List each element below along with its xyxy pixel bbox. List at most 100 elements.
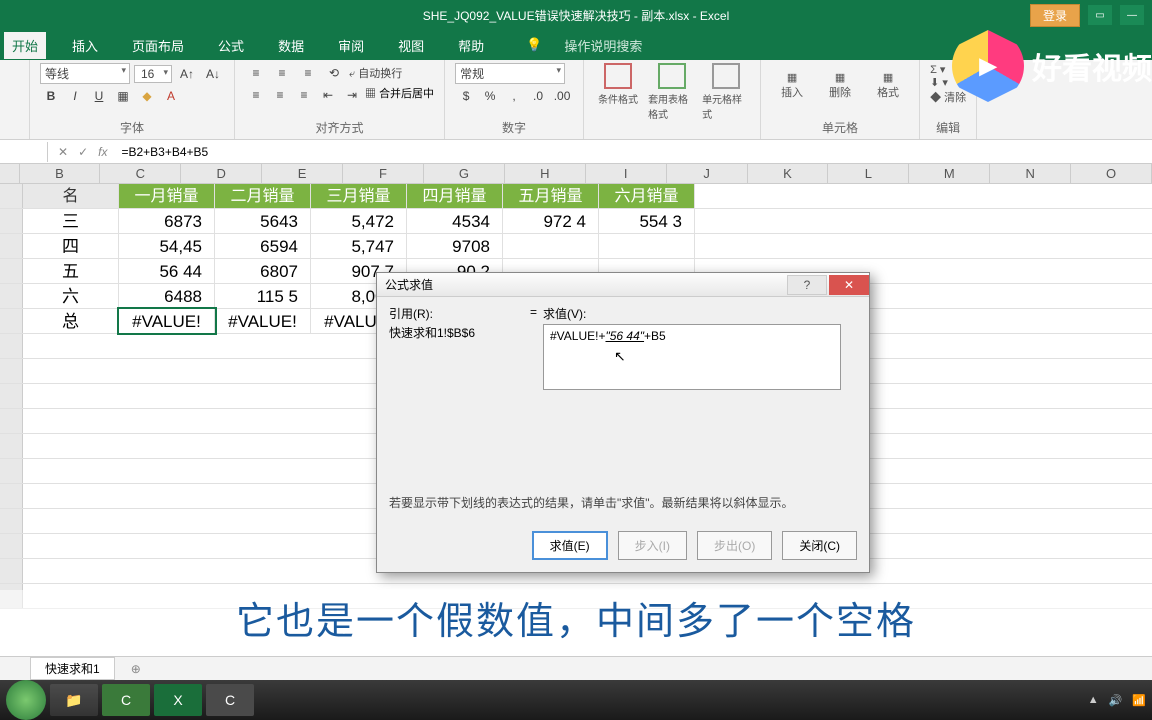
wrap-text-button[interactable]: ⤶ 自动换行 xyxy=(349,65,402,81)
bold-icon[interactable]: B xyxy=(40,86,62,106)
cell[interactable]: 5,472 xyxy=(311,209,407,233)
col-header[interactable]: O xyxy=(1071,164,1152,183)
insert-cells-button[interactable]: ▦插入 xyxy=(771,63,813,107)
cell[interactable]: 三 xyxy=(23,209,119,233)
fx-icon[interactable]: fx xyxy=(98,145,107,159)
border-icon[interactable]: ▦ xyxy=(112,86,134,106)
cell[interactable]: 三月销量 xyxy=(311,184,407,208)
help-icon[interactable]: ? xyxy=(787,275,827,295)
dec-decimal-icon[interactable]: .00 xyxy=(551,86,573,106)
decrease-font-icon[interactable]: A↓ xyxy=(202,64,224,84)
tab-data[interactable]: 数据 xyxy=(270,32,312,59)
cell[interactable]: 总 xyxy=(23,309,119,333)
table-format-button[interactable]: 套用表格格式 xyxy=(648,63,696,136)
select-all-corner[interactable] xyxy=(0,164,20,183)
tab-formula[interactable]: 公式 xyxy=(210,32,252,59)
tray-icon[interactable]: 🔊 xyxy=(1109,694,1123,707)
cell-style-button[interactable]: 单元格样式 xyxy=(702,63,750,136)
cell[interactable]: 9708 xyxy=(407,234,503,258)
col-header[interactable]: J xyxy=(667,164,748,183)
row-header[interactable] xyxy=(0,559,23,583)
taskbar-app-icon[interactable]: C xyxy=(206,684,254,716)
taskbar-explorer-icon[interactable]: 📁 xyxy=(50,684,98,716)
row-header[interactable] xyxy=(0,434,23,458)
align-center-icon[interactable]: ≡ xyxy=(269,85,291,105)
col-header[interactable]: L xyxy=(828,164,909,183)
taskbar-excel-icon[interactable]: X xyxy=(154,684,202,716)
cell[interactable]: 4534 xyxy=(407,209,503,233)
cell[interactable]: 5,747 xyxy=(311,234,407,258)
minimize-icon[interactable]: — xyxy=(1120,5,1144,25)
cell[interactable]: 5643 xyxy=(215,209,311,233)
col-header[interactable]: M xyxy=(909,164,990,183)
align-mid-icon[interactable]: ≡ xyxy=(271,63,293,83)
tray-icon[interactable]: 📶 xyxy=(1132,694,1146,707)
font-size-select[interactable]: 16 xyxy=(134,65,172,83)
align-left-icon[interactable]: ≡ xyxy=(245,85,267,105)
cell[interactable]: 6873 xyxy=(119,209,215,233)
number-format-select[interactable]: 常规 xyxy=(455,63,565,84)
cell[interactable]: 115 5 xyxy=(215,284,311,308)
col-header[interactable]: C xyxy=(100,164,181,183)
percent-icon[interactable]: % xyxy=(479,86,501,106)
col-header[interactable]: D xyxy=(181,164,262,183)
row-header[interactable] xyxy=(0,259,23,283)
row-header[interactable] xyxy=(0,334,23,358)
tell-me-search[interactable]: 💡 操作说明搜索 xyxy=(510,28,658,63)
format-cells-button[interactable]: ▦格式 xyxy=(867,63,909,107)
tab-view[interactable]: 视图 xyxy=(390,32,432,59)
align-right-icon[interactable]: ≡ xyxy=(293,85,315,105)
italic-icon[interactable]: I xyxy=(64,86,86,106)
cell[interactable]: #VALUE! xyxy=(215,309,311,333)
cell[interactable] xyxy=(503,234,599,258)
start-button[interactable] xyxy=(6,680,46,720)
row-header[interactable] xyxy=(0,409,23,433)
row-header[interactable] xyxy=(0,459,23,483)
row-header[interactable] xyxy=(0,359,23,383)
col-header[interactable]: G xyxy=(424,164,505,183)
row-header[interactable] xyxy=(0,484,23,508)
dialog-titlebar[interactable]: 公式求值 ? ✕ xyxy=(377,273,869,297)
delete-cells-button[interactable]: ▦删除 xyxy=(819,63,861,107)
cell[interactable]: 二月销量 xyxy=(215,184,311,208)
system-tray[interactable]: ▲ 🔊 📶 xyxy=(1088,694,1146,707)
cell[interactable]: 6807 xyxy=(215,259,311,283)
indent-dec-icon[interactable]: ⇤ xyxy=(317,85,339,105)
tab-review[interactable]: 审阅 xyxy=(330,32,372,59)
selected-cell[interactable]: #VALUE! xyxy=(119,309,215,333)
tab-insert[interactable]: 插入 xyxy=(64,32,106,59)
cell[interactable]: 972 4 xyxy=(503,209,599,233)
row-header[interactable] xyxy=(0,384,23,408)
cancel-icon[interactable]: ✕ xyxy=(58,145,68,159)
cell[interactable]: 四月销量 xyxy=(407,184,503,208)
row-header[interactable] xyxy=(0,209,23,233)
cell[interactable]: 56 44 xyxy=(119,259,215,283)
enter-icon[interactable]: ✓ xyxy=(78,145,88,159)
row-header[interactable] xyxy=(0,534,23,558)
font-name-select[interactable]: 等线 xyxy=(40,63,130,84)
row-header[interactable] xyxy=(0,309,23,333)
cell[interactable]: 名 xyxy=(23,184,119,208)
tab-home[interactable]: 开始 xyxy=(4,32,46,59)
underline-icon[interactable]: U xyxy=(88,86,110,106)
row-header[interactable] xyxy=(0,234,23,258)
tray-icon[interactable]: ▲ xyxy=(1088,694,1099,706)
conditional-format-button[interactable]: 条件格式 xyxy=(594,63,642,136)
cell[interactable]: 五 xyxy=(23,259,119,283)
row-header[interactable] xyxy=(0,184,23,208)
col-header[interactable]: I xyxy=(586,164,667,183)
tab-layout[interactable]: 页面布局 xyxy=(124,32,192,59)
taskbar-app-icon[interactable]: C xyxy=(102,684,150,716)
indent-inc-icon[interactable]: ⇥ xyxy=(341,85,363,105)
name-box[interactable] xyxy=(0,142,48,162)
increase-font-icon[interactable]: A↑ xyxy=(176,64,198,84)
cell[interactable]: 54,45 xyxy=(119,234,215,258)
fill-color-icon[interactable]: ◆ xyxy=(136,86,158,106)
cell[interactable] xyxy=(599,234,695,258)
col-header[interactable]: E xyxy=(262,164,343,183)
col-header[interactable]: N xyxy=(990,164,1071,183)
col-header[interactable]: F xyxy=(343,164,424,183)
close-icon[interactable]: ✕ xyxy=(829,275,869,295)
cell[interactable]: 6488 xyxy=(119,284,215,308)
row-header[interactable] xyxy=(0,509,23,533)
